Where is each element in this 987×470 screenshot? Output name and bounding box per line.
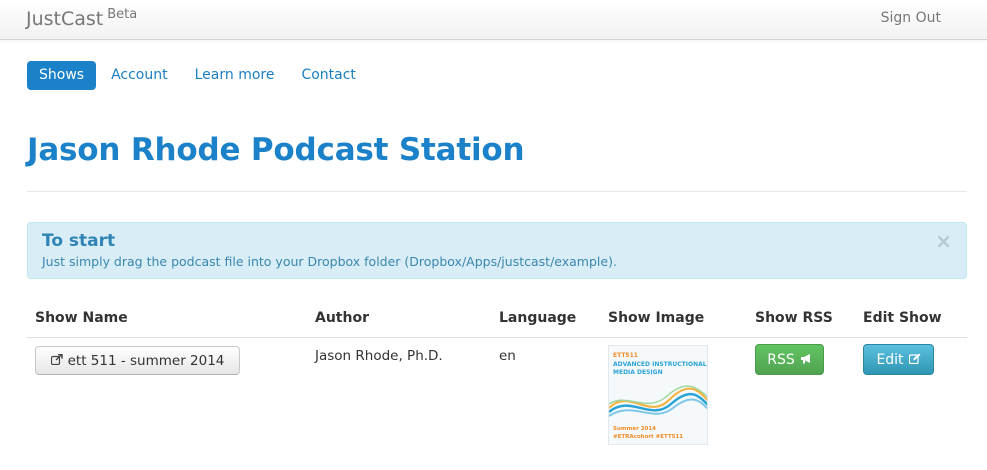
beta-badge: Beta [107,7,138,22]
nav-shows[interactable]: Shows [27,61,97,90]
image-hashtags: #ETRAcohort #ETT511 [613,434,684,440]
info-alert: To start Just simply drag the podcast fi… [27,222,967,279]
rss-label: RSS [767,351,795,368]
alert-title: To start [42,231,116,251]
bullhorn-icon [800,353,812,367]
divider [27,191,967,192]
header-language: Language [499,310,577,326]
header-show-rss: Show RSS [755,310,833,326]
rss-button[interactable]: RSS [755,344,824,375]
image-course-code: ETT511 [613,352,638,359]
image-term: Summer 2014 [613,426,657,432]
image-course-title: ADVANCED INSTRUCTIONAL MEDIA DESIGN [613,361,707,376]
header-show-name: Show Name [35,310,128,326]
header-edit-show: Edit Show [863,310,942,326]
brand-logo[interactable]: JustCast Beta [26,7,138,30]
top-navbar: JustCast Beta Sign Out [0,0,987,40]
nav-contact[interactable]: Contact [289,61,367,90]
share-icon [50,353,63,368]
alert-message: Just simply drag the podcast file into y… [42,254,617,269]
show-link-button[interactable]: ett 511 - summer 2014 [35,346,240,375]
wave-graphic [609,385,707,417]
header-show-image: Show Image [608,310,705,326]
show-name-label: ett 511 - summer 2014 [67,352,225,369]
edit-label: Edit [876,351,904,368]
shows-table-header: Show Name Author Language Show Image Sho… [27,310,967,338]
nav-learn-more[interactable]: Learn more [183,61,287,90]
nav-account[interactable]: Account [99,61,180,90]
edit-icon [908,353,921,367]
sign-out-link[interactable]: Sign Out [881,10,941,26]
language-cell: en [499,348,516,364]
show-image-thumbnail: ETT511 ADVANCED INSTRUCTIONAL MEDIA DESI… [608,345,708,445]
close-icon[interactable]: × [935,229,952,253]
edit-button[interactable]: Edit [863,344,934,375]
main-nav: Shows Account Learn more Contact [27,61,371,90]
page-title: Jason Rhode Podcast Station [27,132,525,168]
brand-name: JustCast [26,8,104,30]
header-author: Author [315,310,369,326]
author-cell: Jason Rhode, Ph.D. [315,348,443,364]
